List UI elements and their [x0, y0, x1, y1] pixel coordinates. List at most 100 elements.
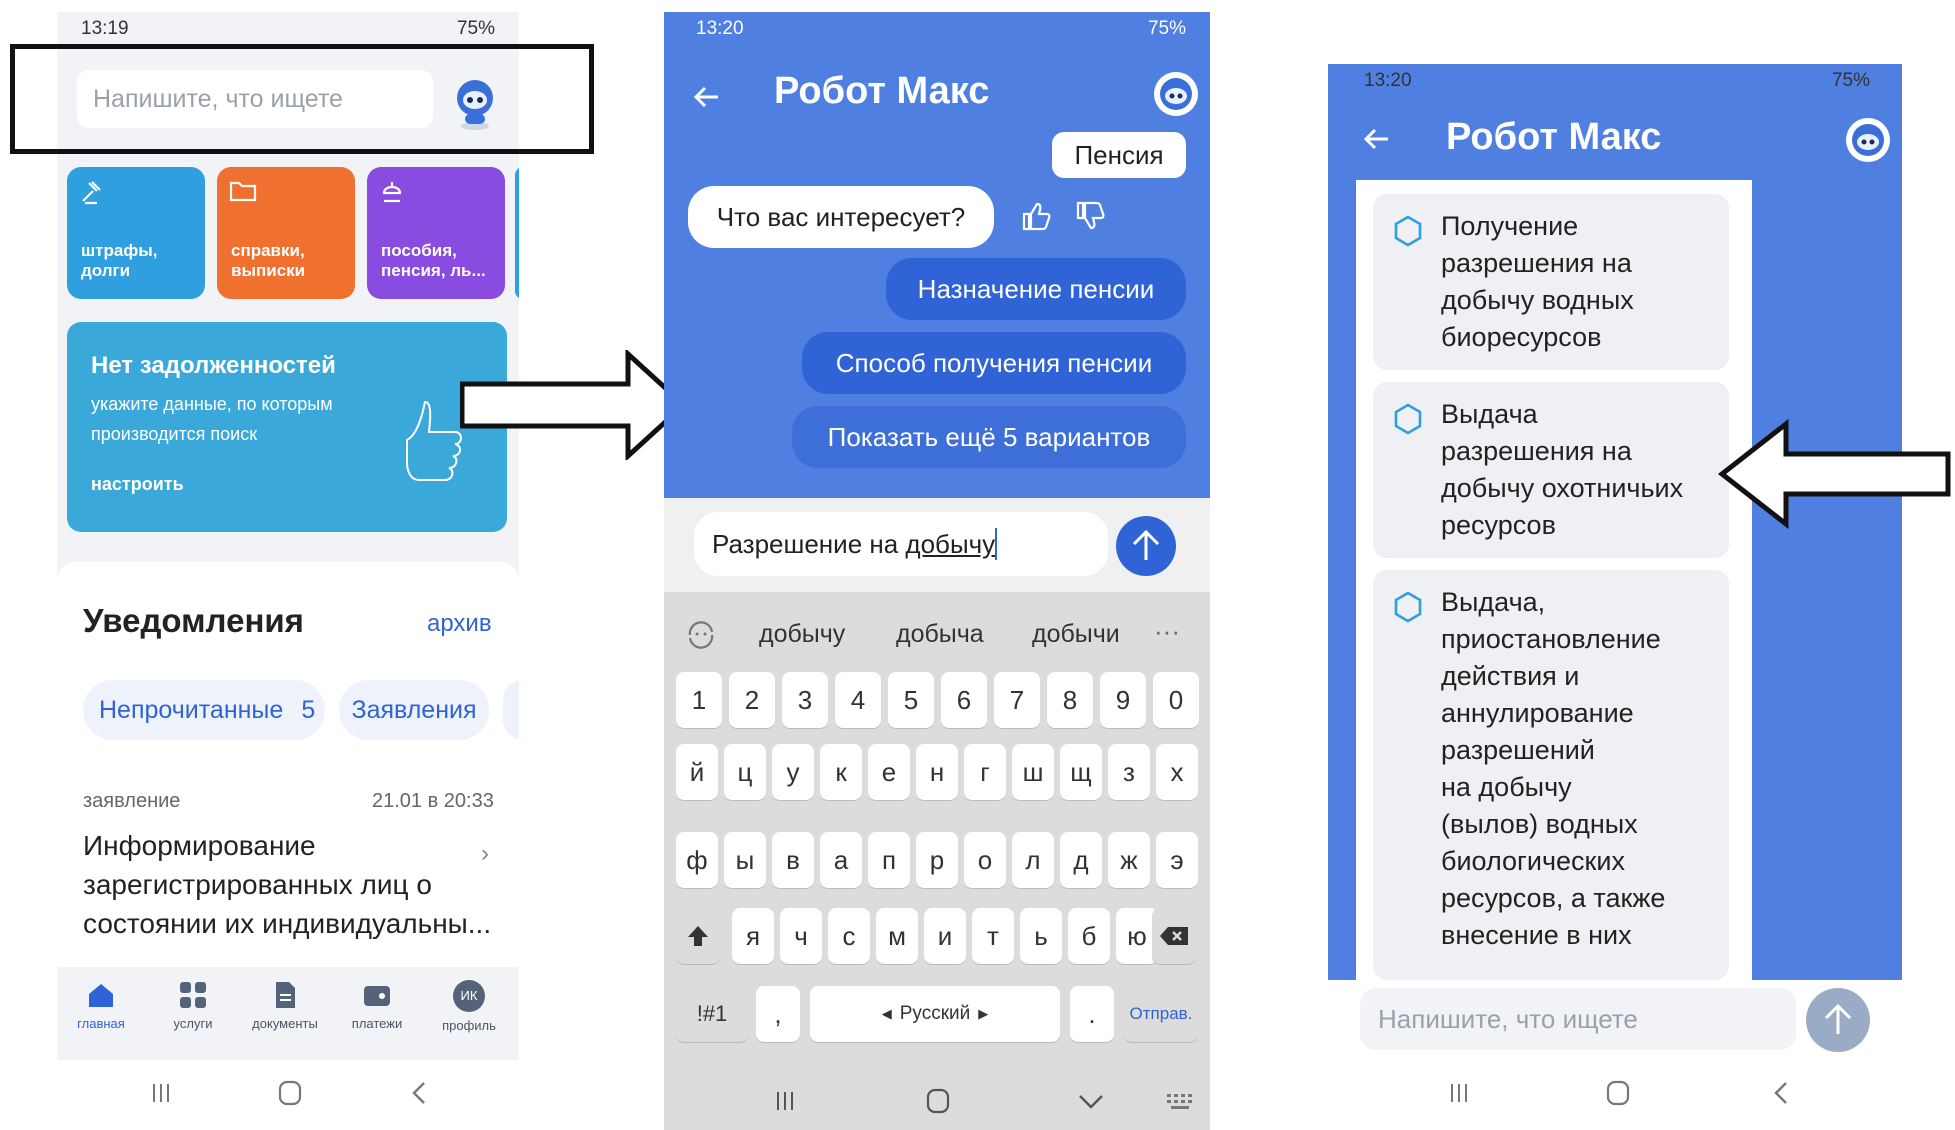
nav-home[interactable]: главная [61, 980, 141, 1031]
home-button-icon[interactable] [278, 1080, 302, 1106]
letter-key[interactable]: ь [1020, 908, 1062, 964]
recents-icon[interactable] [1448, 1082, 1470, 1109]
option-card[interactable]: Получение разрешения на добычу водных биоре… [1373, 194, 1729, 370]
robot-avatar-icon[interactable] [1846, 118, 1890, 162]
letter-key[interactable]: о [964, 832, 1006, 888]
letter-key[interactable]: ц [724, 744, 766, 800]
suggestion-1[interactable]: добычу [759, 620, 845, 649]
message-input[interactable]: Напишите, что ищете [1360, 988, 1796, 1050]
letter-key[interactable]: т [972, 908, 1014, 964]
letter-key[interactable]: п [868, 832, 910, 888]
backspace-key[interactable] [1152, 908, 1196, 964]
digit-key[interactable]: 2 [729, 672, 775, 728]
suggestion-2[interactable]: добыча [896, 620, 984, 649]
letter-key[interactable]: ф [676, 832, 718, 888]
letter-key[interactable]: б [1068, 908, 1110, 964]
digit-key[interactable]: 0 [1153, 672, 1199, 728]
letter-key[interactable]: р [916, 832, 958, 888]
nav-services[interactable]: услуги [153, 980, 233, 1031]
archive-link[interactable]: архив [427, 610, 492, 638]
letter-key[interactable]: ч [780, 908, 822, 964]
nav-profile[interactable]: ИК профиль [429, 980, 509, 1033]
tile-certificates[interactable]: справки, выписки [217, 167, 355, 299]
tile-benefits[interactable]: пособия, пенсия, ль... [367, 167, 505, 299]
option-pill-1[interactable]: Назначение пенсии [886, 258, 1186, 320]
home-button-icon[interactable] [1606, 1080, 1630, 1111]
back-nav-icon[interactable] [410, 1080, 428, 1106]
letter-key[interactable]: з [1108, 744, 1150, 800]
letter-key[interactable]: у [772, 744, 814, 800]
digit-key[interactable]: 1 [676, 672, 722, 728]
option-card[interactable]: Выдача разрешения на добычу охотничьих ресу… [1373, 382, 1729, 558]
chevron-right-icon: › [481, 840, 489, 867]
chip-partial [503, 680, 519, 740]
option-card[interactable]: Выдача, приостановление действия и аннулиро… [1373, 570, 1729, 980]
digit-key[interactable]: 5 [888, 672, 934, 728]
ai-suggest-icon[interactable] [684, 618, 718, 652]
digit-key[interactable]: 9 [1100, 672, 1146, 728]
banner-action[interactable]: настроить [91, 474, 184, 495]
chip-unread[interactable]: Непрочитанные 5 [83, 680, 325, 740]
more-suggestions-icon[interactable]: ··· [1154, 616, 1180, 647]
option-text-line: Выдача, [1441, 587, 1546, 617]
letter-key[interactable]: д [1060, 832, 1102, 888]
letter-key[interactable]: с [828, 908, 870, 964]
letter-key[interactable]: э [1156, 832, 1198, 888]
period-key[interactable]: . [1070, 986, 1114, 1042]
letter-key[interactable]: й [676, 744, 718, 800]
back-arrow-icon[interactable] [692, 82, 722, 112]
letter-key[interactable]: щ [1060, 744, 1102, 800]
letter-key[interactable]: и [924, 908, 966, 964]
nav-documents[interactable]: документы [245, 980, 325, 1031]
robot-avatar-icon[interactable] [1154, 72, 1198, 116]
letter-key[interactable]: х [1156, 744, 1198, 800]
shift-key[interactable] [676, 908, 720, 964]
send-button[interactable] [1116, 516, 1176, 576]
letter-key[interactable]: г [964, 744, 1006, 800]
space-key[interactable]: ◀ Русский ▶ [810, 986, 1060, 1042]
letter-key[interactable]: а [820, 832, 862, 888]
message-input[interactable]: Разрешение на добычу [694, 512, 1108, 576]
letter-key[interactable]: ж [1108, 832, 1150, 888]
status-time: 13:20 [696, 18, 744, 39]
send-button[interactable] [1806, 988, 1870, 1052]
chip-applications[interactable]: Заявления [339, 680, 489, 740]
option-text-line: внесение в них [1441, 920, 1632, 950]
suggestion-3[interactable]: добычи [1032, 620, 1120, 649]
back-arrow-icon[interactable] [1362, 124, 1392, 154]
option-pill-2[interactable]: Способ получения пенсии [802, 332, 1186, 394]
digit-key[interactable]: 6 [941, 672, 987, 728]
comma-key[interactable]: , [756, 986, 800, 1042]
send-key[interactable]: Отправ. [1124, 986, 1198, 1042]
letter-key[interactable]: ы [724, 832, 766, 888]
keyboard-switch-icon[interactable] [1166, 1092, 1196, 1117]
letter-key[interactable]: ш [1012, 744, 1054, 800]
nav-payments[interactable]: платежи [337, 980, 417, 1031]
digit-key[interactable]: 8 [1047, 672, 1093, 728]
option-pill-more[interactable]: Показать ещё 5 вариантов [792, 406, 1186, 468]
tile-fines[interactable]: штрафы, долги [67, 167, 205, 299]
symbols-key[interactable]: !#1 [676, 986, 748, 1042]
letter-key[interactable]: я [732, 908, 774, 964]
letter-key[interactable]: к [820, 744, 862, 800]
status-bar: 13:20 75% [1328, 64, 1902, 98]
letter-key[interactable]: н [916, 744, 958, 800]
digit-key[interactable]: 7 [994, 672, 1040, 728]
debt-banner[interactable]: Нет задолженностей укажите данные, по ко… [67, 322, 507, 532]
back-nav-icon[interactable] [1772, 1080, 1790, 1111]
letter-key[interactable]: в [772, 832, 814, 888]
letter-key[interactable]: м [876, 908, 918, 964]
screen-chat-options: 13:20 75% Робот Макс Получение разрешения… [1328, 64, 1902, 1130]
hide-keyboard-icon[interactable] [1078, 1094, 1104, 1115]
recents-icon[interactable] [774, 1090, 796, 1117]
digit-key[interactable]: 4 [835, 672, 881, 728]
recents-icon[interactable] [150, 1082, 172, 1104]
notification-item[interactable]: Информирование зарегистрированных лиц о … [83, 826, 491, 943]
digit-key[interactable]: 3 [782, 672, 828, 728]
letter-key[interactable]: л [1012, 832, 1054, 888]
letter-key[interactable]: е [868, 744, 910, 800]
option-text-line: приостановление [1441, 624, 1661, 654]
home-button-icon[interactable] [926, 1088, 950, 1119]
thumbs-down-icon[interactable] [1074, 200, 1106, 237]
thumbs-up-icon[interactable] [1020, 200, 1052, 237]
